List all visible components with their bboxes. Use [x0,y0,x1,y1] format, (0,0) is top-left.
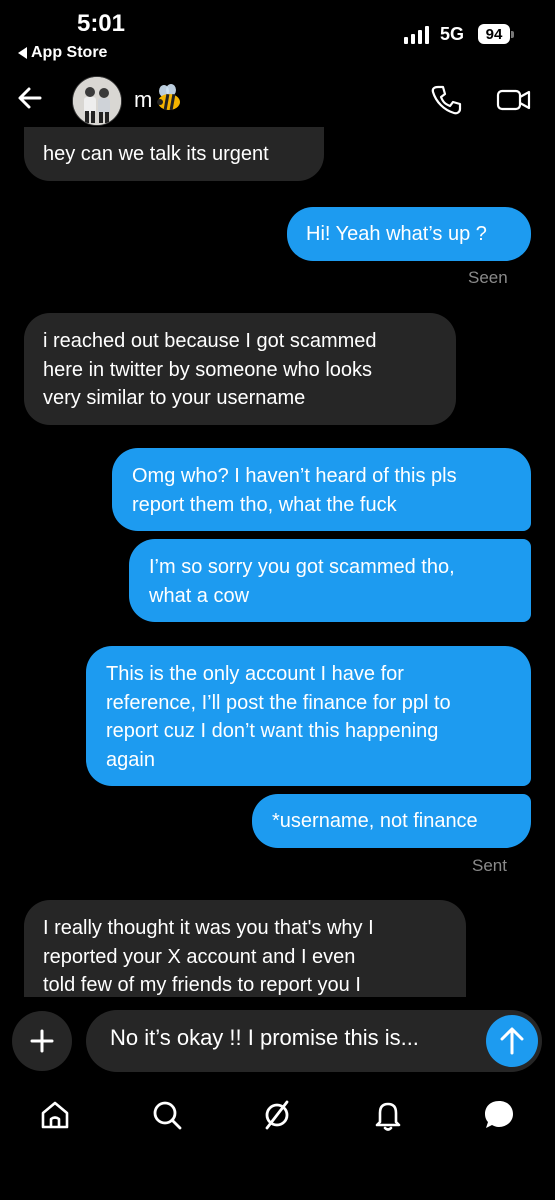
message-line: reported your X account and I even [43,945,356,968]
seen-status: Seen [468,268,508,287]
message-outgoing[interactable]: Hi! Yeah what’s up ? [287,207,531,261]
message-line: hey can we talk its urgent [43,143,269,165]
message-line: told few of my friends to report you I [43,974,361,996]
message-incoming[interactable]: hey can we talk its urgent [24,127,324,181]
bee-icon [157,84,180,111]
message-outgoing[interactable]: Omg who? I haven’t heard of this pls rep… [112,448,531,531]
message-line: what a cow [149,584,250,607]
back-triangle-icon [18,47,27,59]
message-line: reference, I’ll post the finance for ppl… [106,691,451,714]
home-icon[interactable] [38,1098,72,1132]
battery-indicator: 94 [478,24,510,44]
message-line: very similar to your username [43,387,306,409]
message-line: report cuz I don’t want this happening [106,720,439,742]
avatar[interactable] [72,76,122,126]
message-line: I’m so sorry you got scammed tho, [149,556,455,578]
back-arrow-icon[interactable] [14,82,46,114]
message-outgoing[interactable]: *username, not finance [252,794,531,848]
message-line: Omg who? I haven’t heard of this pls [132,465,457,487]
slashed-circle-icon[interactable] [260,1098,294,1132]
avatar-photo [73,77,121,125]
bell-icon[interactable] [371,1098,405,1132]
message-line: report them tho, what the fuck [132,493,397,516]
network-type: 5G [440,24,465,44]
message-incoming[interactable]: i reached out because I got scammed here… [24,313,456,425]
plus-icon [30,1029,54,1053]
message-line: Hi! Yeah what’s up ? [306,223,487,245]
message-line: again [106,748,155,771]
message-line: *username, not finance [272,810,478,832]
status-time: 5:01 [76,10,126,37]
video-camera-icon[interactable] [496,84,532,116]
message-outgoing[interactable]: This is the only account I have for refe… [86,646,531,786]
message-draft-text[interactable]: No it’s okay !! I promise this is... [110,1025,419,1051]
message-outgoing[interactable]: I’m so sorry you got scammed tho, what a… [129,539,531,622]
phone-icon[interactable] [430,84,462,116]
sent-status: Sent [472,856,507,875]
send-arrow-icon [500,1027,524,1055]
message-line: i reached out because I got scammed [43,330,377,352]
signal-icon [404,24,429,44]
contact-name[interactable]: m [134,87,152,113]
messages-icon[interactable] [482,1098,516,1132]
message-line: This is the only account I have for [106,663,404,685]
back-app-label: App Store [31,44,108,61]
message-incoming[interactable]: I really thought it was you that's why I… [24,900,466,997]
message-line: here in twitter by someone who looks [43,358,373,381]
search-icon[interactable] [150,1098,184,1132]
message-line: I really thought it was you that's why I [43,917,374,939]
back-to-app-store-link[interactable]: App Store [18,44,107,62]
add-attachment-button[interactable] [12,1011,72,1071]
battery-nub [511,31,514,38]
send-button[interactable] [486,1015,538,1067]
